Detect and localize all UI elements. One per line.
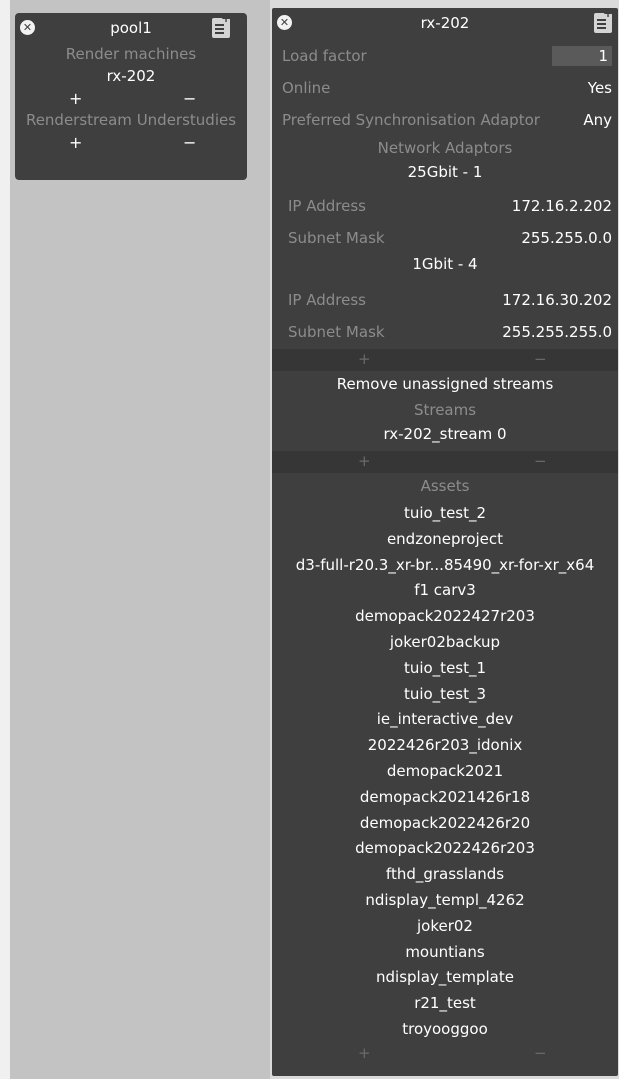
- asset-item[interactable]: demopack2021: [272, 759, 618, 785]
- machine-panel: ✕ rx-202 Load factor 1 Online Yes Prefer…: [272, 6, 618, 1076]
- online-label: Online: [282, 79, 331, 97]
- asset-item[interactable]: d3-full-r20.3_xr-br...85490_xr-for-xr_x6…: [272, 553, 618, 579]
- ip-address-value[interactable]: 172.16.2.202: [512, 197, 612, 215]
- remove-asset-button[interactable]: −: [534, 1044, 547, 1062]
- assets-label: Assets: [420, 477, 470, 495]
- ip-address-value[interactable]: 172.16.30.202: [502, 291, 612, 309]
- online-value[interactable]: Yes: [588, 79, 612, 97]
- network-adaptors-add-remove: + −: [272, 349, 618, 371]
- edit-notes-icon[interactable]: [594, 6, 613, 33]
- subnet-mask-value[interactable]: 255.255.255.0: [502, 323, 612, 341]
- machine-panel-header: ✕ rx-202: [272, 6, 618, 41]
- ip-address-label: IP Address: [288, 291, 366, 309]
- adaptor-mask-row: Subnet Mask 255.255.255.0: [272, 317, 618, 349]
- asset-item[interactable]: endzoneproject: [272, 527, 618, 553]
- add-stream-button[interactable]: +: [358, 452, 371, 470]
- remove-adaptor-button[interactable]: −: [534, 350, 547, 368]
- edit-notes-icon[interactable]: [212, 11, 231, 38]
- streams-label: Streams: [413, 401, 477, 419]
- asset-item[interactable]: ie_interactive_dev: [272, 707, 618, 733]
- asset-item[interactable]: tuio_test_3: [272, 682, 618, 708]
- asset-item[interactable]: troyooggoo: [272, 1017, 618, 1043]
- adaptor-ip-row: IP Address 172.16.30.202: [272, 285, 618, 317]
- understudies-label: Renderstream Understudies: [25, 111, 237, 129]
- add-render-machine-button[interactable]: +: [69, 89, 82, 108]
- load-factor-row: Load factor 1: [272, 41, 618, 73]
- understudies-add-remove: + −: [15, 133, 247, 155]
- add-adaptor-button[interactable]: +: [358, 350, 371, 368]
- network-adaptors-label: Network Adaptors: [377, 139, 513, 157]
- remove-stream-button[interactable]: −: [534, 452, 547, 470]
- render-machines-add-remove: + −: [15, 89, 247, 111]
- asset-item[interactable]: fthd_grasslands: [272, 862, 618, 888]
- assets-list: tuio_test_2 endzoneproject d3-full-r20.3_x…: [272, 501, 618, 1043]
- subnet-mask-label: Subnet Mask: [288, 323, 385, 341]
- sync-adaptor-row: Preferred Synchronisation Adaptor Any: [272, 105, 618, 137]
- adaptor-name: 1Gbit - 4: [412, 255, 478, 273]
- asset-item[interactable]: demopack2022426r203: [272, 836, 618, 862]
- machine-panel-title: rx-202: [420, 14, 470, 32]
- asset-item[interactable]: r21_test: [272, 991, 618, 1017]
- remove-understudy-button[interactable]: −: [183, 133, 196, 152]
- asset-item[interactable]: 2022426r203_idonix: [272, 733, 618, 759]
- add-asset-button[interactable]: +: [358, 1044, 371, 1062]
- asset-item[interactable]: demopack2022427r203: [272, 604, 618, 630]
- online-row: Online Yes: [272, 73, 618, 105]
- subnet-mask-label: Subnet Mask: [288, 229, 385, 247]
- load-factor-input[interactable]: 1: [552, 46, 612, 66]
- asset-item[interactable]: tuio_test_2: [272, 501, 618, 527]
- stream-item[interactable]: rx-202_stream 0: [272, 425, 618, 451]
- render-machine-item[interactable]: rx-202: [15, 67, 247, 89]
- subnet-mask-value[interactable]: 255.255.0.0: [521, 229, 612, 247]
- asset-item[interactable]: demopack2021426r18: [272, 785, 618, 811]
- streams-add-remove: + −: [272, 451, 618, 473]
- left-margin: [0, 0, 10, 1079]
- asset-item[interactable]: f1 carv3: [272, 578, 618, 604]
- asset-item[interactable]: demopack2022426r20: [272, 811, 618, 837]
- adaptor-ip-row: IP Address 172.16.2.202: [272, 191, 618, 223]
- assets-add-remove: + −: [272, 1043, 618, 1065]
- remove-unassigned-streams-button[interactable]: Remove unassigned streams: [272, 371, 618, 401]
- asset-item[interactable]: joker02: [272, 914, 618, 940]
- render-machines-label: Render machines: [65, 45, 197, 63]
- asset-item[interactable]: joker02backup: [272, 630, 618, 656]
- ip-address-label: IP Address: [288, 197, 366, 215]
- asset-item[interactable]: ndisplay_templ_4262: [272, 888, 618, 914]
- pool-panel-header: ✕ pool1: [15, 11, 247, 45]
- remove-render-machine-button[interactable]: −: [183, 89, 196, 108]
- add-understudy-button[interactable]: +: [69, 133, 82, 152]
- sync-adaptor-label: Preferred Synchronisation Adaptor: [282, 111, 540, 129]
- asset-item[interactable]: tuio_test_1: [272, 656, 618, 682]
- pool-panel: ✕ pool1 Render machines rx-202 + − Rende…: [15, 11, 247, 180]
- adaptor-name: 25Gbit - 1: [407, 163, 483, 181]
- adaptor-mask-row: Subnet Mask 255.255.0.0: [272, 223, 618, 255]
- sync-adaptor-value[interactable]: Any: [583, 111, 612, 129]
- asset-item[interactable]: mountians: [272, 940, 618, 966]
- load-factor-label: Load factor: [282, 47, 367, 65]
- asset-item[interactable]: ndisplay_template: [272, 965, 618, 991]
